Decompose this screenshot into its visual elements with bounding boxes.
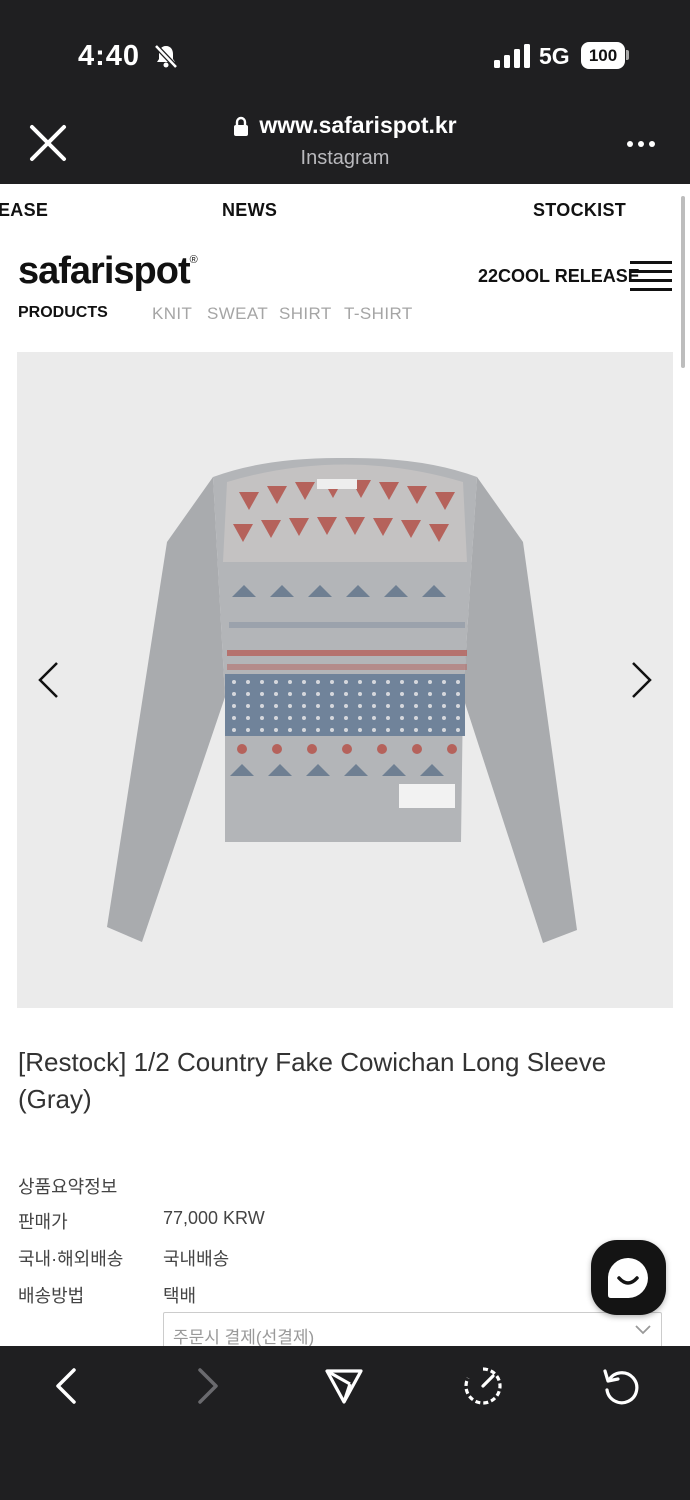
chevron-down-icon [635,1325,651,1335]
source-app-label: Instagram [300,147,390,169]
payment-select[interactable]: 주문시 결제(선결제) [163,1312,662,1346]
chat-button[interactable] [591,1240,666,1315]
category-knit[interactable]: KNIT [152,304,192,324]
browser-header: 4:40 5G 100 www.safarispot.kr Instagram [0,0,690,184]
share-icon[interactable] [324,1366,364,1406]
summary-heading: 상품요약정보 [18,1177,118,1197]
reload-icon[interactable] [601,1366,641,1406]
forward-icon[interactable] [186,1366,226,1406]
price-value: 77,000 KRW [163,1208,265,1228]
network-type: 5G [539,43,570,69]
sweater-image [107,457,577,943]
nav-stockist-link[interactable]: STOCKIST [533,200,626,221]
release-link[interactable]: 22COOL RELEASE [478,266,640,287]
web-content: EASE NEWS STOCKIST safarispot® 22COOL RE… [0,184,690,1346]
url-text: www.safarispot.kr [259,112,457,138]
signal-icon [494,44,530,68]
more-icon[interactable] [626,140,656,148]
back-icon[interactable] [48,1366,88,1406]
shipping-value: 국내배송 [163,1249,230,1269]
chevron-left-icon[interactable] [35,660,61,700]
chevron-right-icon[interactable] [629,660,655,700]
category-tshirt[interactable]: T-SHIRT [344,304,413,324]
chat-icon [608,1258,648,1298]
nav-news-link[interactable]: NEWS [222,200,277,221]
site-logo[interactable]: safarispot® [18,250,198,293]
speed-icon[interactable] [463,1366,503,1406]
nav-release-link[interactable]: EASE [0,200,48,221]
product-image-carousel[interactable] [17,352,673,1008]
shipping-label: 국내·해외배송 [18,1249,124,1269]
delivery-method-value: 택배 [163,1286,197,1306]
category-shirt[interactable]: SHIRT [279,304,332,324]
delivery-method-label: 배송방법 [18,1286,85,1306]
product-title: [Restock] 1/2 Country Fake Cowichan Long… [18,1047,607,1114]
price-label: 판매가 [18,1212,68,1232]
silent-bell-icon [154,44,178,69]
category-label: PRODUCTS [18,304,108,321]
scrollbar[interactable] [681,196,685,368]
menu-icon[interactable] [628,259,674,293]
battery-icon: 100 [581,42,629,69]
category-sweat[interactable]: SWEAT [207,304,268,324]
address-bar[interactable]: www.safarispot.kr [0,112,690,141]
browser-toolbar [0,1346,690,1500]
lock-icon [234,116,249,136]
status-time: 4:40 [78,40,141,72]
payment-select-value: 주문시 결제(선결제) [173,1328,315,1346]
battery-level: 100 [581,42,625,69]
